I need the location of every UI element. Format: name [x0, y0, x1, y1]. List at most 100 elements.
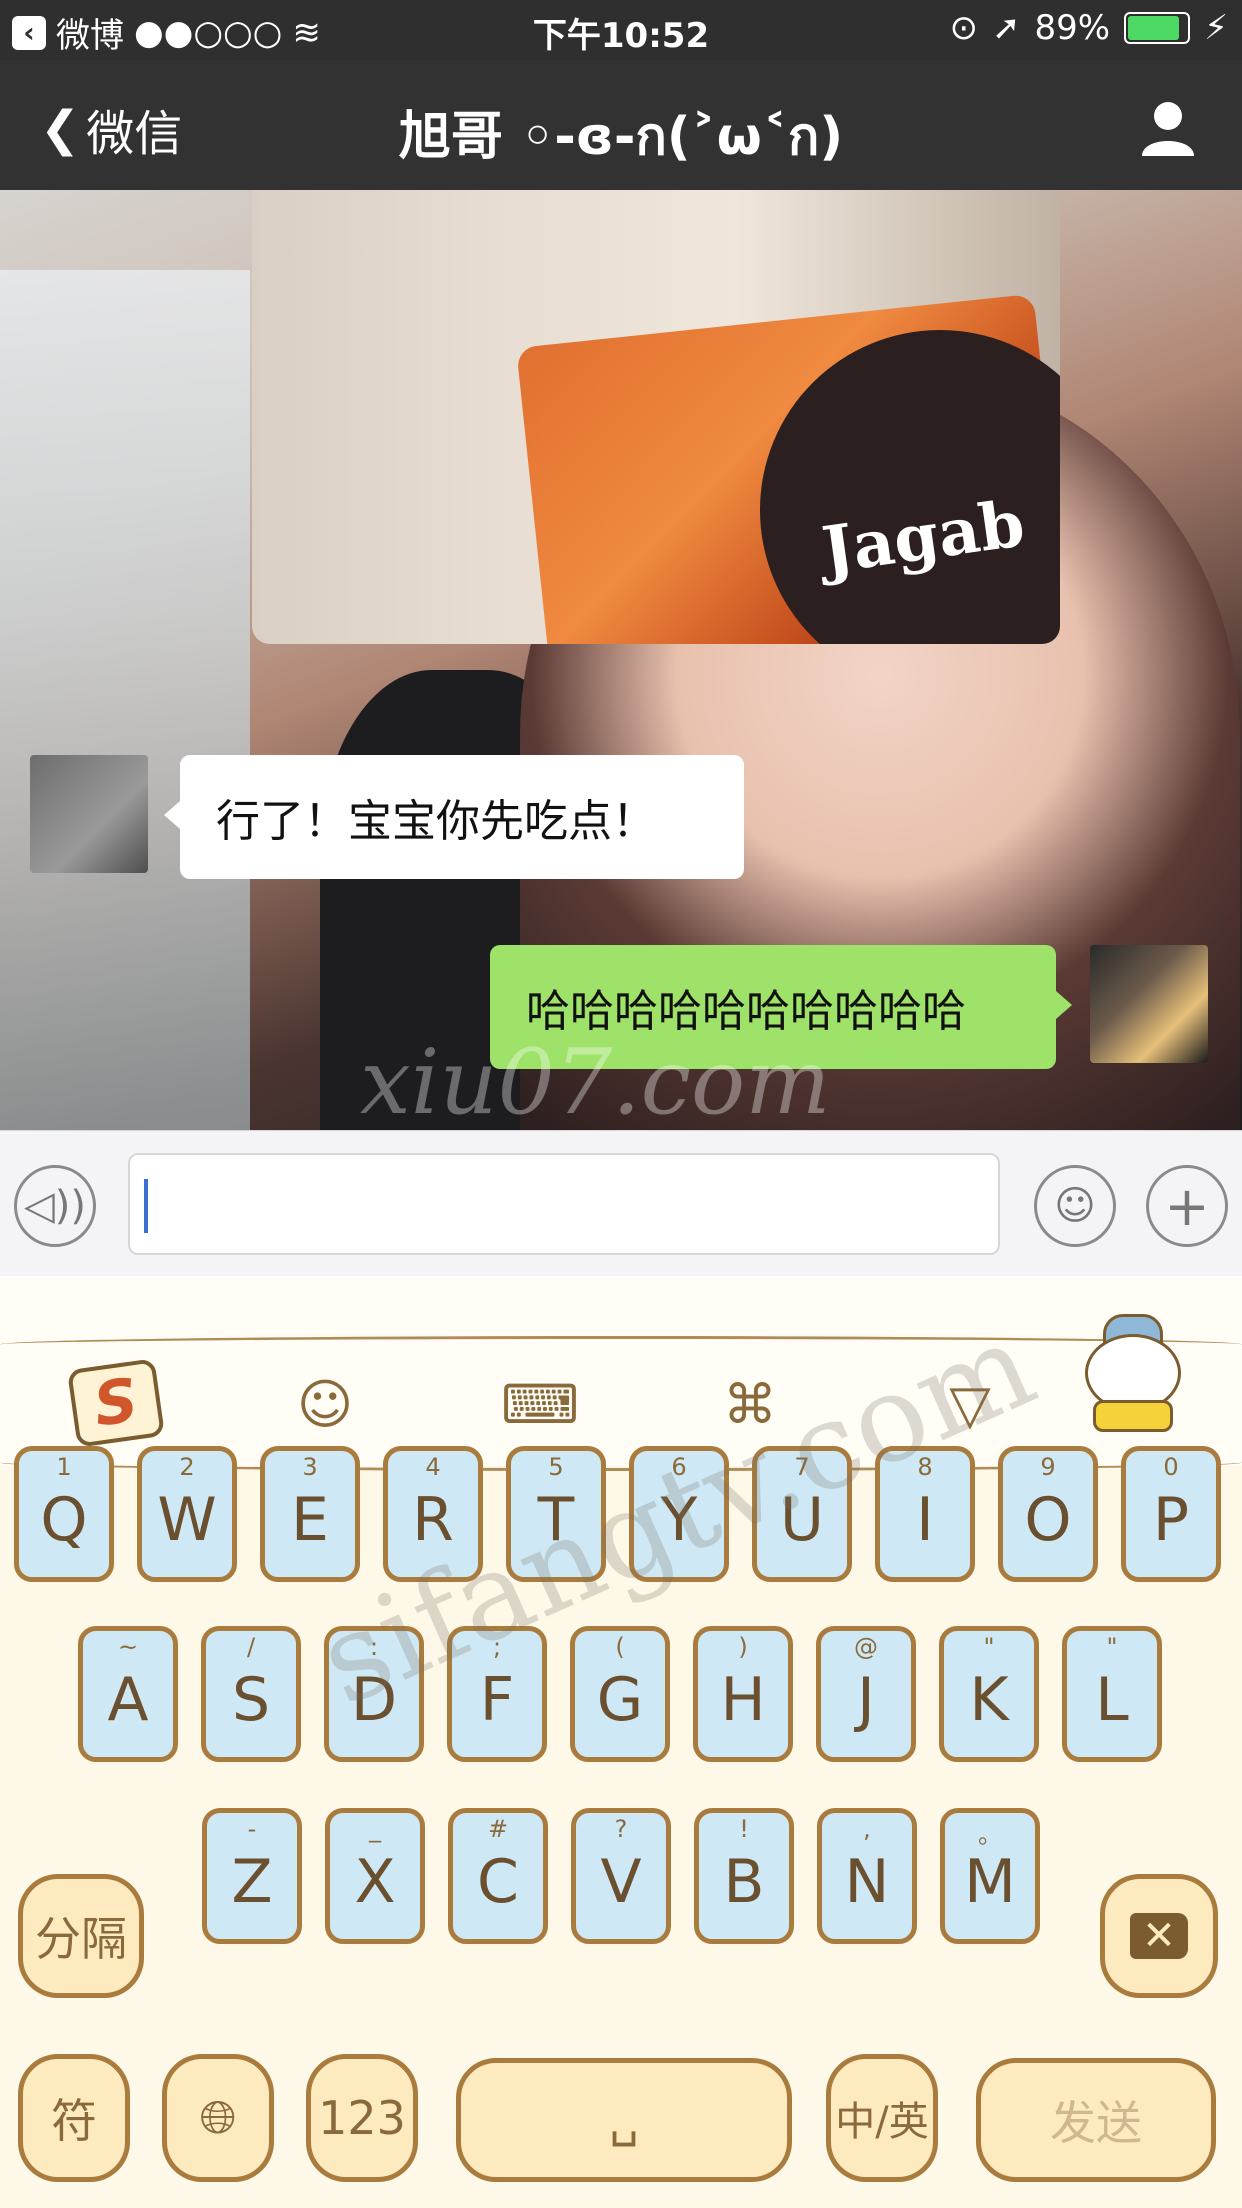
- key-label: 123: [318, 2091, 406, 2145]
- numbers-key[interactable]: 123: [306, 2054, 418, 2182]
- backspace-key[interactable]: ✕: [1100, 1874, 1218, 1998]
- lock-rotation-icon: ⊙: [949, 8, 979, 48]
- key-label: L: [1095, 1665, 1129, 1735]
- key-m[interactable]: 。 M: [940, 1808, 1040, 1944]
- key-label: W: [157, 1485, 217, 1555]
- key-secondary-label: #: [487, 1815, 509, 1843]
- key-o[interactable]: 9O: [998, 1446, 1098, 1582]
- key-secondary-label: /: [246, 1633, 256, 1661]
- text-caret: [144, 1179, 148, 1233]
- globe-icon: 🌐︎: [199, 2090, 237, 2144]
- key-label: G: [596, 1665, 644, 1735]
- key-label: V: [600, 1847, 642, 1917]
- voice-button[interactable]: ◁)): [14, 1165, 96, 1247]
- key-secondary-label: ~: [117, 1633, 139, 1661]
- key-label: H: [720, 1665, 766, 1735]
- key-label: I: [916, 1485, 934, 1555]
- key-label: Q: [40, 1485, 88, 1555]
- space-key[interactable]: ␣: [456, 2058, 792, 2182]
- input-bar: ◁)) ☺ +: [0, 1130, 1242, 1277]
- key-label: ␣: [609, 2093, 639, 2147]
- key-secondary-label: _: [369, 1815, 381, 1843]
- key-e[interactable]: 3E: [260, 1446, 360, 1582]
- background-image: [0, 270, 250, 1130]
- message-input[interactable]: [128, 1153, 1000, 1255]
- emoji-button[interactable]: ☺: [1034, 1165, 1116, 1247]
- key-secondary-label: 4: [425, 1453, 441, 1481]
- incoming-message[interactable]: 行了！宝宝你先吃点！: [164, 755, 744, 879]
- keyboard: S ☺ ⌨ ⌘ ▽ 1 Q 2 W 3 E 4 R 5 T 6 Y 7 U 8 I 9 O 0 P ~ A / S: D; F(G…: [0, 1276, 1242, 2208]
- key-secondary-label: 1: [56, 1453, 72, 1481]
- backspace-icon: ✕: [1130, 1913, 1188, 1959]
- my-avatar[interactable]: [1090, 945, 1208, 1063]
- key-p[interactable]: 0P: [1121, 1446, 1221, 1582]
- key-secondary-label: 0: [1163, 1453, 1179, 1481]
- key-secondary-label: ": [1106, 1633, 1118, 1661]
- chat-area[interactable]: Jagab 行了！宝宝你先吃点！ 哈哈哈哈哈哈哈哈哈哈 xiu07.com: [0, 190, 1242, 1130]
- watermark: xiu07.com: [360, 1030, 831, 1130]
- status-bar: ‹ 微博 ●●○○○ ≋ 下午10:52 ⊙ ➚ 89% ⚡: [0, 0, 1242, 60]
- key-b[interactable]: ! B: [694, 1808, 794, 1944]
- charging-icon: ⚡: [1204, 8, 1228, 48]
- key-label: M: [964, 1847, 1016, 1917]
- emoji-icon: ☺: [1054, 1183, 1096, 1229]
- key-secondary-label: ": [983, 1633, 995, 1661]
- key-label: X: [354, 1847, 396, 1917]
- key-label: K: [969, 1665, 1009, 1735]
- key-secondary-label: ): [738, 1633, 748, 1661]
- voice-icon: ◁)): [24, 1183, 86, 1229]
- message-text: 行了！宝宝你先吃点！: [216, 796, 656, 847]
- key-secondary-label: (: [615, 1633, 625, 1661]
- key-label: E: [291, 1485, 329, 1555]
- key-label: 分隔: [35, 1912, 127, 1966]
- key-h[interactable]: ) H: [693, 1626, 793, 1762]
- key-x[interactable]: _ X: [325, 1808, 425, 1944]
- separator-key[interactable]: 分隔: [18, 1874, 144, 1998]
- sogou-logo-icon[interactable]: S: [67, 1358, 165, 1448]
- keyboard-icon[interactable]: ⌨: [500, 1364, 580, 1444]
- key-a[interactable]: ~ A: [78, 1626, 178, 1762]
- key-label: 发送: [1050, 2096, 1142, 2150]
- key-v[interactable]: ? V: [571, 1808, 671, 1944]
- key-j[interactable]: @ J: [816, 1626, 916, 1762]
- key-label: S: [231, 1665, 271, 1735]
- key-label: Z: [231, 1847, 273, 1917]
- person-icon[interactable]: [1138, 98, 1198, 158]
- symbol-key[interactable]: 符: [18, 2054, 130, 2182]
- key-w[interactable]: 2W: [137, 1446, 237, 1582]
- key-l[interactable]: " L: [1062, 1626, 1162, 1762]
- language-key[interactable]: 中/英: [826, 2054, 938, 2182]
- battery-fill: [1128, 16, 1180, 40]
- image-message[interactable]: Jagab: [252, 190, 1060, 644]
- key-secondary-label: 2: [179, 1453, 195, 1481]
- chat-title: 旭哥 ◦-ɞ-ก(˃ω˂ก): [398, 107, 844, 167]
- battery-icon: [1124, 12, 1191, 44]
- key-label: N: [844, 1847, 890, 1917]
- key-n[interactable]: ,N: [817, 1808, 917, 1944]
- key-label: 符: [51, 2094, 97, 2148]
- send-key[interactable]: 发送: [976, 2058, 1216, 2182]
- key-z[interactable]: -Z: [202, 1808, 302, 1944]
- key-secondary-label: 。: [978, 1821, 1002, 1849]
- globe-key[interactable]: 🌐︎: [162, 2054, 274, 2182]
- key-label: C: [477, 1847, 519, 1917]
- navigation-bar: ❮ 微信 旭哥 ◦-ɞ-ก(˃ω˂ก): [0, 60, 1242, 190]
- key-c[interactable]: # C: [448, 1808, 548, 1944]
- key-g[interactable]: (G: [570, 1626, 670, 1762]
- key-secondary-label: @: [854, 1633, 878, 1661]
- battery-percent: 89%: [1034, 8, 1111, 48]
- key-secondary-label: ?: [614, 1815, 628, 1843]
- key-k[interactable]: " K: [939, 1626, 1039, 1762]
- key-label: J: [857, 1665, 875, 1735]
- key-label: 中/英: [835, 2099, 929, 2145]
- key-label: O: [1024, 1485, 1072, 1555]
- location-icon: ➚: [992, 8, 1021, 48]
- key-secondary-label: 3: [302, 1453, 318, 1481]
- smile-icon[interactable]: ☺: [285, 1364, 365, 1444]
- key-label: P: [1152, 1485, 1190, 1555]
- key-q[interactable]: 1Q: [14, 1446, 114, 1582]
- key-secondary-label: ,: [863, 1815, 871, 1843]
- contact-avatar[interactable]: [30, 755, 148, 873]
- key-secondary-label: 9: [1040, 1453, 1056, 1481]
- key-s[interactable]: / S: [201, 1626, 301, 1762]
